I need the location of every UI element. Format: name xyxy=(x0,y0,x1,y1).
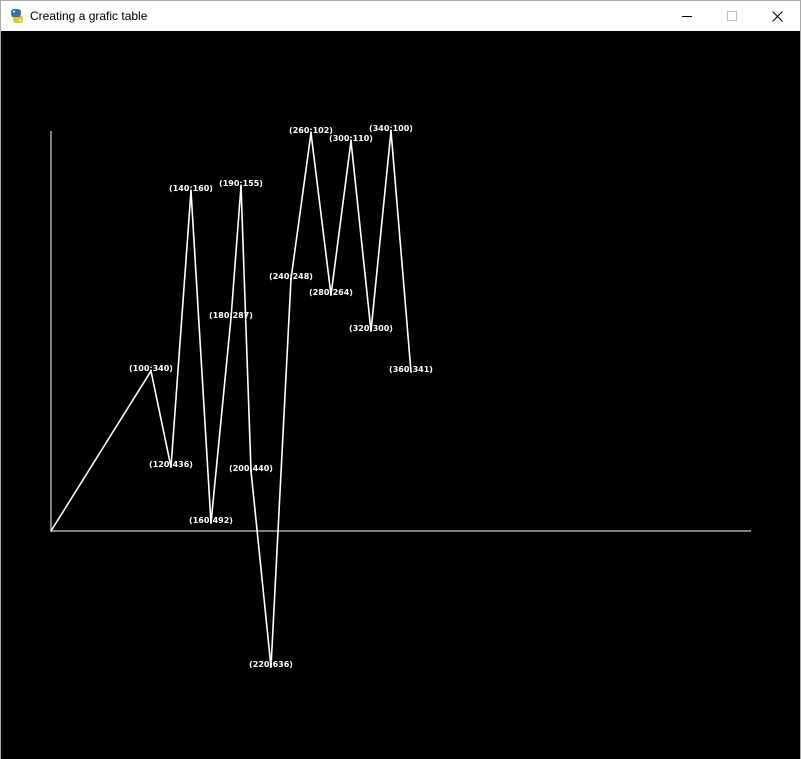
line-segment xyxy=(190,190,212,524)
line-chart: (100:340) (120:436) (140:160) (160:492) (180… xyxy=(50,124,751,669)
series-group xyxy=(50,130,412,668)
data-label: (160:492) xyxy=(189,516,233,525)
data-label: (220:636) xyxy=(249,660,293,669)
close-button[interactable] xyxy=(754,1,800,31)
data-point xyxy=(50,530,52,532)
app-window: Creating a grafic table (100:340) (120:43… xyxy=(0,0,801,759)
line-segment xyxy=(50,370,152,532)
line-segment xyxy=(170,190,192,468)
data-label: (240:248) xyxy=(269,272,313,281)
data-label: (140:160) xyxy=(169,184,213,193)
data-label: (280:264) xyxy=(309,288,353,297)
line-segment xyxy=(390,130,412,373)
line-segment xyxy=(240,185,252,472)
data-label: (120:436) xyxy=(149,460,193,469)
minimize-icon xyxy=(682,11,692,21)
title-bar[interactable]: Creating a grafic table xyxy=(1,1,800,31)
close-icon xyxy=(771,10,783,22)
line-segment xyxy=(210,317,232,524)
data-label: (260:102) xyxy=(289,126,333,135)
data-label: (360:341) xyxy=(389,365,433,374)
data-label: (180:287) xyxy=(209,311,253,320)
data-label: (100:340) xyxy=(129,364,173,373)
data-label: (190:155) xyxy=(219,179,263,188)
maximize-icon xyxy=(727,11,737,21)
minimize-button[interactable] xyxy=(664,1,710,31)
data-label: (340:100) xyxy=(369,124,413,133)
window-title: Creating a grafic table xyxy=(30,9,148,23)
line-segment xyxy=(270,278,292,668)
line-segment xyxy=(250,470,272,668)
maximize-button[interactable] xyxy=(709,1,755,31)
line-segment xyxy=(330,140,352,296)
line-segment xyxy=(370,130,392,332)
line-segment xyxy=(350,140,372,332)
data-label: (320:300) xyxy=(349,324,393,333)
labels-group: (100:340) (120:436) (140:160) (160:492) (180… xyxy=(129,124,433,669)
line-segment xyxy=(290,132,312,280)
graph-canvas: (100:340) (120:436) (140:160) (160:492) (180… xyxy=(1,31,800,759)
data-label: (200:440) xyxy=(229,464,273,473)
line-segment xyxy=(310,132,332,296)
line-segment xyxy=(230,185,242,319)
python-icon xyxy=(9,8,25,24)
line-segment xyxy=(150,370,172,468)
data-label: (300:110) xyxy=(329,134,373,143)
